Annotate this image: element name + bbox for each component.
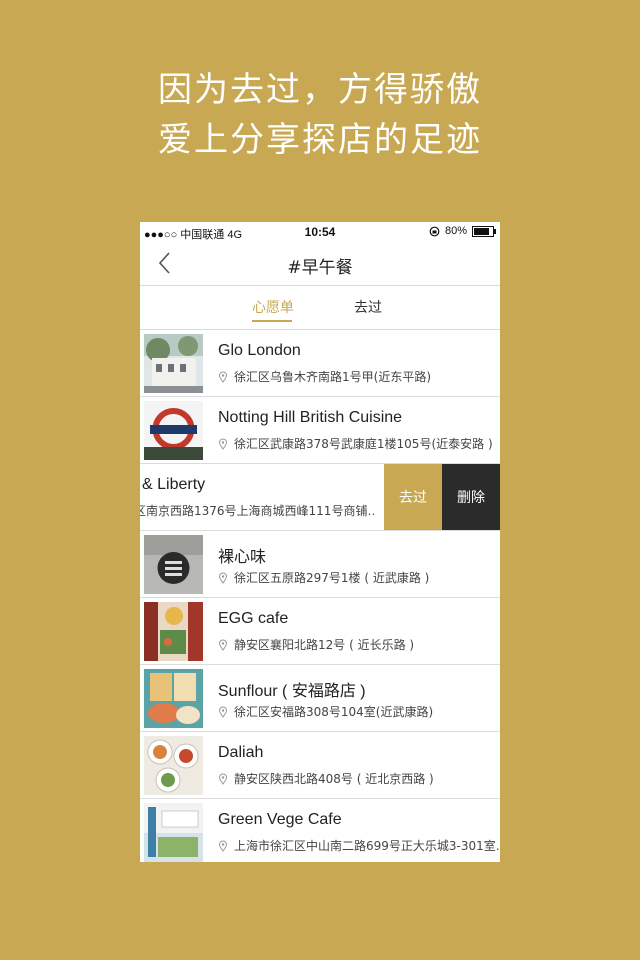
list-item[interactable]: Glo London 徐汇区乌鲁木齐南路1号甲(近东平路)	[140, 330, 500, 397]
battery-percent: 80%	[444, 225, 467, 237]
delete-button[interactable]: 删除	[442, 464, 500, 530]
location-pin-icon	[218, 773, 228, 785]
restaurant-photo	[144, 803, 203, 862]
restaurant-photo	[144, 736, 203, 795]
tab-been[interactable]: 去过	[354, 297, 382, 317]
headline-line-2: 爱上分享探店的足迹	[158, 120, 482, 160]
list-item[interactable]: Notting Hill British Cuisine 徐汇区武康路378号武…	[140, 397, 500, 464]
location-pin-icon	[218, 706, 228, 718]
restaurant-name: Green Vege Cafe	[218, 811, 342, 828]
restaurant-address: 徐汇区武康路378号武康庭1楼105号(近泰安路 )	[234, 437, 493, 451]
location-pin-icon	[218, 639, 228, 651]
restaurant-list: Glo London 徐汇区乌鲁木齐南路1号甲(近东平路) Notting Hi…	[140, 330, 500, 862]
restaurant-photo	[144, 401, 203, 460]
restaurant-address: 徐汇区五原路297号1楼 ( 近武康路 )	[234, 571, 430, 585]
nav-bar: #早午餐	[140, 242, 500, 286]
list-item[interactable]: Daliah 静安区陕西北路408号 ( 近北京西路 )	[140, 732, 500, 799]
list-item[interactable]: EGG cafe 静安区襄阳北路12号 ( 近长乐路 )	[140, 598, 500, 665]
list-item[interactable]: Green Vege Cafe 上海市徐汇区中山南二路699号正大乐城3-301…	[140, 799, 500, 862]
restaurant-address: 静安区陕西北路408号 ( 近北京西路 )	[234, 772, 434, 786]
restaurant-name: Daliah	[218, 744, 264, 761]
status-bar: ●●●○○ 中国联通 4G 10:54 80%	[140, 222, 500, 242]
battery-icon	[472, 225, 496, 237]
restaurant-address: 静安区襄阳北路12号 ( 近长乐路 )	[234, 638, 415, 652]
headline-line-1: 因为去过，方得骄傲	[158, 70, 482, 110]
list-item[interactable]: 裸心味 徐汇区五原路297号1楼 ( 近武康路 )	[140, 531, 500, 598]
tab-bar: 心愿单 去过	[140, 286, 500, 330]
restaurant-address: 徐汇区乌鲁木齐南路1号甲(近东平路)	[234, 370, 431, 384]
restaurant-photo	[144, 535, 203, 594]
rotation-lock-icon	[429, 226, 440, 236]
restaurant-photo	[144, 602, 203, 661]
location-pin-icon	[218, 371, 228, 383]
location-pin-icon	[218, 572, 228, 584]
restaurant-name: Notting Hill British Cuisine	[218, 409, 403, 426]
restaurant-photo	[144, 334, 203, 393]
tab-wishlist[interactable]: 心愿单	[252, 297, 294, 317]
location-pin-icon	[218, 438, 228, 450]
page-title: #早午餐	[287, 258, 353, 278]
restaurant-address: 上海市徐汇区中山南二路699号正大乐城3-301室…	[234, 839, 500, 853]
restaurant-photo	[144, 669, 203, 728]
list-item[interactable]: Sunflour ( 安福路店 ) 徐汇区安福路308号104室(近武康路)	[140, 665, 500, 732]
restaurant-name: Sunflour ( 安福路店 )	[218, 683, 366, 700]
restaurant-name: Glo London	[218, 342, 301, 359]
location-pin-icon	[218, 840, 228, 852]
list-item-swiped[interactable]: & Liberty 区南京西路1376号上海商城西峰111号商铺… 去过 删除	[140, 464, 500, 531]
active-tab-indicator	[252, 320, 292, 322]
restaurant-name: EGG cafe	[218, 610, 289, 627]
restaurant-name: 裸心味	[218, 549, 267, 566]
restaurant-address: 区南京西路1376号上海商城西峰111号商铺…	[140, 504, 374, 518]
restaurant-address: 徐汇区安福路308号104室(近武康路)	[234, 705, 434, 719]
mark-been-button[interactable]: 去过	[384, 464, 442, 530]
restaurant-name: & Liberty	[142, 476, 206, 493]
phone-screen: ●●●○○ 中国联通 4G 10:54 80% #早午餐 心愿单 去过 Glo …	[140, 222, 500, 862]
